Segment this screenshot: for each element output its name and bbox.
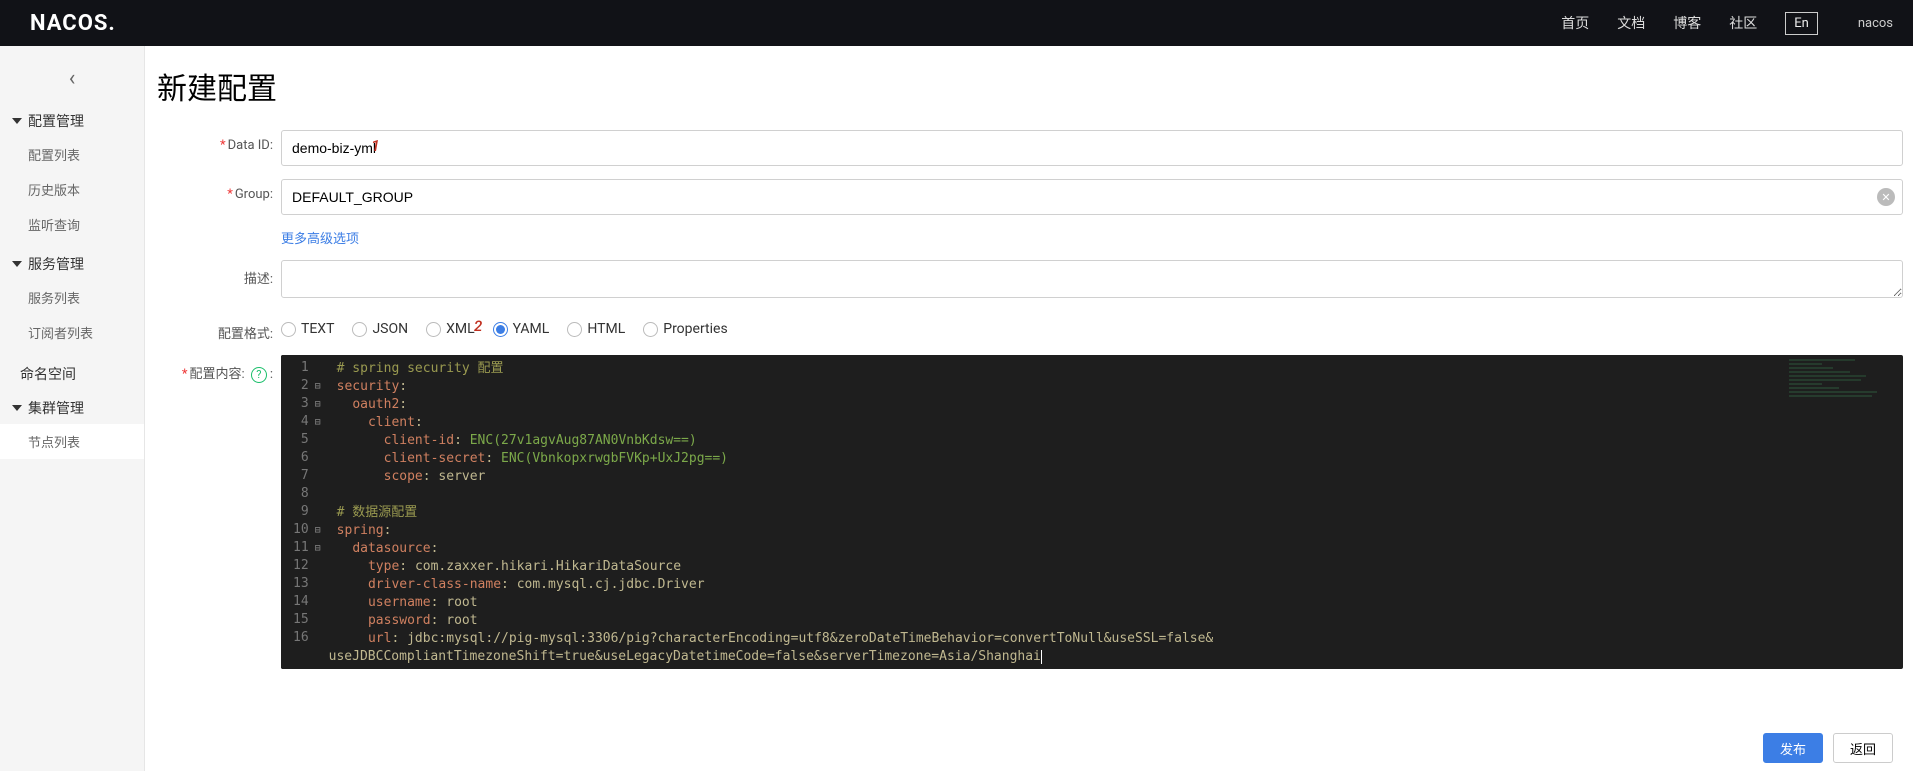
menu-head-service[interactable]: 服务管理 bbox=[0, 248, 144, 280]
menu-head-label: 配置管理 bbox=[28, 111, 84, 131]
row-data-id: *Data ID: 1 bbox=[155, 130, 1903, 166]
format-xml[interactable]: XML bbox=[426, 321, 475, 337]
more-options-link[interactable]: 更多高级选项 bbox=[281, 232, 359, 247]
sidebar-back-button[interactable]: ‹ bbox=[0, 62, 144, 105]
sidebar-item-config-list[interactable]: 配置列表 bbox=[0, 137, 144, 172]
chevron-down-icon bbox=[12, 405, 22, 411]
user-menu[interactable]: nacos bbox=[1858, 16, 1893, 31]
menu-group-service: 服务管理 服务列表 订阅者列表 bbox=[0, 248, 144, 350]
description-input[interactable] bbox=[281, 260, 1903, 298]
data-id-input[interactable] bbox=[281, 130, 1903, 166]
app-header: NACOS. 首页 文档 博客 社区 En nacos bbox=[0, 0, 1913, 46]
menu-head-cluster[interactable]: 集群管理 bbox=[0, 392, 144, 424]
page-title: 新建配置 bbox=[157, 64, 1903, 108]
publish-button[interactable]: 发布 bbox=[1763, 733, 1823, 763]
menu-head-label: 集群管理 bbox=[28, 398, 84, 418]
sidebar: ‹ 配置管理 配置列表 历史版本 监听查询 服务管理 服务列表 订阅者列表 命名… bbox=[0, 46, 145, 771]
content-area: 新建配置 *Data ID: 1 *Group: ✕ 更多高级选项 描述: 配置… bbox=[145, 46, 1913, 771]
format-radio-group: TEXT JSON XML YAML HTML Properties bbox=[281, 315, 1903, 337]
sidebar-item-nodes[interactable]: 节点列表 bbox=[0, 424, 144, 459]
back-button[interactable]: 返回 bbox=[1833, 733, 1893, 763]
sidebar-item-listen[interactable]: 监听查询 bbox=[0, 207, 144, 242]
row-format: 配置格式: TEXT JSON XML YAML HTML Properties… bbox=[155, 315, 1903, 342]
editor-code[interactable]: # spring security 配置security: oauth2: cl… bbox=[329, 355, 1224, 669]
logo: NACOS. bbox=[30, 11, 116, 36]
footer-actions: 发布 返回 bbox=[155, 723, 1903, 767]
row-more: 更多高级选项 bbox=[155, 228, 1903, 247]
code-editor[interactable]: 12⊟3⊟4⊟5678910⊟11⊟1213141516 # spring se… bbox=[281, 355, 1903, 669]
format-text[interactable]: TEXT bbox=[281, 321, 334, 337]
menu-head-label: 服务管理 bbox=[28, 254, 84, 274]
format-json[interactable]: JSON bbox=[352, 321, 408, 337]
format-html[interactable]: HTML bbox=[567, 321, 625, 337]
nav-docs[interactable]: 文档 bbox=[1617, 13, 1645, 33]
label-format: 配置格式: bbox=[155, 315, 273, 342]
format-properties[interactable]: Properties bbox=[643, 321, 727, 337]
header-nav: 首页 文档 博客 社区 bbox=[1561, 13, 1757, 33]
editor-minimap[interactable] bbox=[1789, 359, 1899, 409]
page-body: ‹ 配置管理 配置列表 历史版本 监听查询 服务管理 服务列表 订阅者列表 命名… bbox=[0, 46, 1913, 771]
editor-gutter: 12⊟3⊟4⊟5678910⊟11⊟1213141516 bbox=[281, 355, 329, 669]
clear-icon[interactable]: ✕ bbox=[1877, 188, 1895, 206]
group-input[interactable] bbox=[281, 179, 1903, 215]
menu-group-config: 配置管理 配置列表 历史版本 监听查询 bbox=[0, 105, 144, 242]
menu-group-cluster: 集群管理 节点列表 bbox=[0, 392, 144, 459]
chevron-down-icon bbox=[12, 261, 22, 267]
row-group: *Group: ✕ bbox=[155, 179, 1903, 215]
help-icon[interactable]: ? bbox=[251, 367, 267, 383]
label-data-id: *Data ID: bbox=[155, 130, 273, 153]
language-toggle[interactable]: En bbox=[1785, 12, 1818, 35]
menu-head-config[interactable]: 配置管理 bbox=[0, 105, 144, 137]
row-content: *配置内容: ?: 12⊟3⊟4⊟5678910⊟11⊟1213141516 #… bbox=[155, 355, 1903, 710]
label-group: *Group: bbox=[155, 179, 273, 202]
nav-home[interactable]: 首页 bbox=[1561, 13, 1589, 33]
sidebar-item-service-list[interactable]: 服务列表 bbox=[0, 280, 144, 315]
label-desc: 描述: bbox=[155, 260, 273, 287]
format-yaml[interactable]: YAML bbox=[493, 321, 550, 337]
chevron-down-icon bbox=[12, 118, 22, 124]
nav-community[interactable]: 社区 bbox=[1729, 13, 1757, 33]
sidebar-item-subscribers[interactable]: 订阅者列表 bbox=[0, 315, 144, 350]
sidebar-item-history[interactable]: 历史版本 bbox=[0, 172, 144, 207]
sidebar-item-namespace[interactable]: 命名空间 bbox=[0, 356, 144, 392]
nav-blog[interactable]: 博客 bbox=[1673, 13, 1701, 33]
label-content: *配置内容: ?: bbox=[155, 355, 273, 383]
row-desc: 描述: bbox=[155, 260, 1903, 302]
